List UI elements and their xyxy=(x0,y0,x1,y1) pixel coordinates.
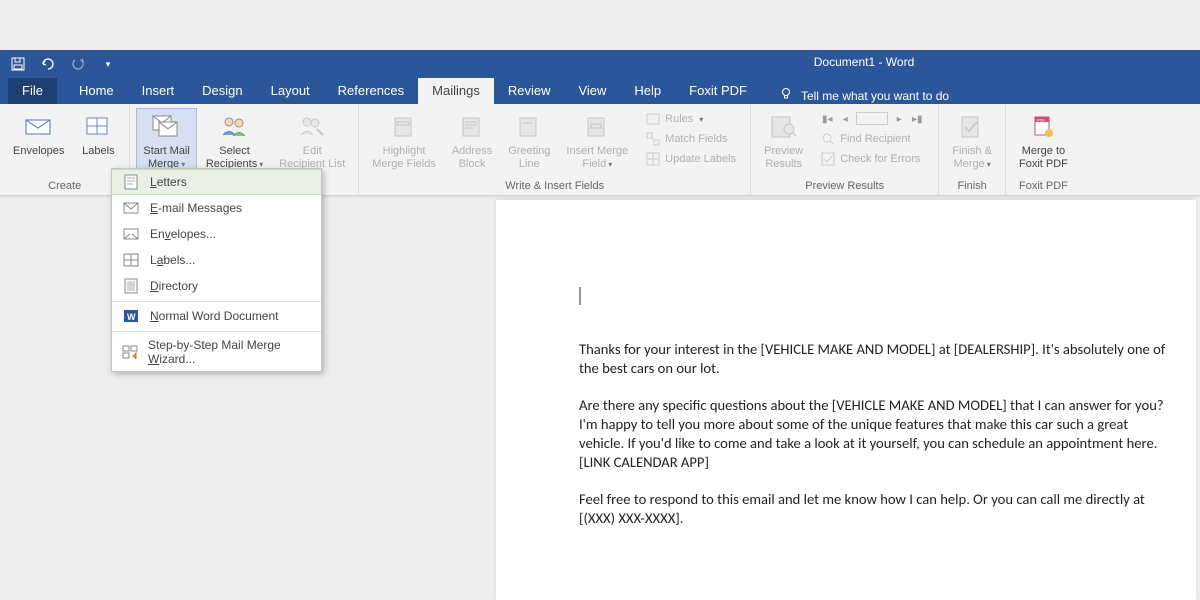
preview-icon xyxy=(768,111,800,143)
match-fields-button: Match Fields xyxy=(641,130,740,148)
record-nav: ▮◂ ◂ ▸ ▸▮ xyxy=(816,110,928,128)
menu-labels[interactable]: Labels... xyxy=(112,247,321,273)
tab-home[interactable]: Home xyxy=(65,78,128,104)
address-block-icon xyxy=(456,111,488,143)
tab-view[interactable]: View xyxy=(564,78,620,104)
doc-paragraph-3: Feel free to respond to this email and l… xyxy=(579,490,1167,528)
menu-directory[interactable]: Directory xyxy=(112,273,321,299)
envelope-icon xyxy=(23,111,55,143)
start-mail-merge-menu: Letters E-mail Messages Envelopes... Lab… xyxy=(111,168,322,372)
window-title: Document1 - Word xyxy=(814,55,914,69)
last-record-icon: ▸▮ xyxy=(910,112,924,126)
redo-icon[interactable] xyxy=(70,56,86,72)
tab-references[interactable]: References xyxy=(324,78,418,104)
menu-email[interactable]: E-mail Messages xyxy=(112,195,321,221)
first-record-icon: ▮◂ xyxy=(820,112,834,126)
find-icon xyxy=(820,131,836,147)
update-labels-button: Update Labels xyxy=(641,150,740,168)
tab-file[interactable]: File xyxy=(8,78,57,104)
group-finish: Finish & Merge▾ Finish xyxy=(939,104,1006,195)
edit-list-icon xyxy=(296,111,328,143)
finish-icon xyxy=(956,111,988,143)
finish-merge-button: Finish & Merge▾ xyxy=(945,108,999,178)
save-icon[interactable] xyxy=(10,56,26,72)
tell-me-search[interactable]: Tell me what you want to do xyxy=(779,87,949,104)
find-recipient-button: Find Recipient xyxy=(816,130,928,148)
group-preview-results: Preview Results ▮◂ ◂ ▸ ▸▮ Find Recipient… xyxy=(751,104,939,195)
tab-layout[interactable]: Layout xyxy=(257,78,324,104)
menu-envelopes[interactable]: Envelopes... xyxy=(112,221,321,247)
prev-record-icon: ◂ xyxy=(838,112,852,126)
letter-icon xyxy=(122,174,140,190)
pdf-icon: PDF xyxy=(1027,111,1059,143)
svg-text:PDF: PDF xyxy=(1037,118,1046,123)
update-icon xyxy=(645,151,661,167)
menu-wizard[interactable]: Step-by-Step Mail Merge Wizard... xyxy=(112,331,321,371)
insert-merge-field-button: Insert Merge Field▾ xyxy=(559,108,635,178)
document-page[interactable]: Thanks for your interest in the [VEHICLE… xyxy=(496,200,1196,600)
tab-review[interactable]: Review xyxy=(494,78,565,104)
menu-letters[interactable]: Letters xyxy=(112,169,321,195)
doc-paragraph-2: Are there any specific questions about t… xyxy=(579,396,1167,472)
match-icon xyxy=(645,131,661,147)
word-icon: W xyxy=(122,308,140,324)
highlight-merge-fields-button: Highlight Merge Fields xyxy=(365,108,443,178)
lightbulb-icon xyxy=(779,87,793,104)
rules-button: Rules▾ xyxy=(641,110,740,128)
menu-normal-doc[interactable]: W Normal Word Document xyxy=(112,301,321,329)
qat-customize-icon[interactable]: ▾ xyxy=(100,56,116,72)
recipients-icon xyxy=(219,111,251,143)
tab-design[interactable]: Design xyxy=(188,78,256,104)
email-icon xyxy=(122,200,140,216)
envelopes-button[interactable]: Envelopes xyxy=(6,108,71,178)
undo-icon[interactable] xyxy=(40,56,56,72)
tab-insert[interactable]: Insert xyxy=(128,78,189,104)
tell-me-label: Tell me what you want to do xyxy=(801,89,949,103)
greeting-icon xyxy=(513,111,545,143)
greeting-line-button: Greeting Line xyxy=(501,108,557,178)
ribbon-tabs: File Home Insert Design Layout Reference… xyxy=(0,78,1200,104)
svg-text:W: W xyxy=(127,312,136,322)
address-block-button: Address Block xyxy=(445,108,499,178)
labels-icon xyxy=(82,111,114,143)
group-write-insert: Highlight Merge Fields Address Block Gre… xyxy=(359,104,751,195)
merge-to-foxit-button[interactable]: PDF Merge to Foxit PDF xyxy=(1012,108,1075,178)
highlight-icon xyxy=(388,111,420,143)
mail-merge-icon xyxy=(151,111,183,143)
doc-paragraph-1: Thanks for your interest in the [VEHICLE… xyxy=(579,340,1167,378)
text-cursor xyxy=(579,287,581,305)
wizard-icon xyxy=(122,344,138,360)
insert-field-icon xyxy=(581,111,613,143)
check-icon xyxy=(820,151,836,167)
check-errors-button: Check for Errors xyxy=(816,150,928,168)
tab-help[interactable]: Help xyxy=(620,78,675,104)
tab-mailings[interactable]: Mailings xyxy=(418,78,494,104)
tab-foxit[interactable]: Foxit PDF xyxy=(675,78,761,104)
next-record-icon: ▸ xyxy=(892,112,906,126)
rules-icon xyxy=(645,111,661,127)
record-box xyxy=(856,112,888,125)
quick-access-toolbar: ▾ Document1 - Word xyxy=(0,50,1200,78)
preview-results-button: Preview Results xyxy=(757,108,810,178)
envelope-icon-small xyxy=(122,226,140,242)
labels-icon-small xyxy=(122,252,140,268)
group-foxit: PDF Merge to Foxit PDF Foxit PDF xyxy=(1006,104,1081,195)
directory-icon xyxy=(122,278,140,294)
